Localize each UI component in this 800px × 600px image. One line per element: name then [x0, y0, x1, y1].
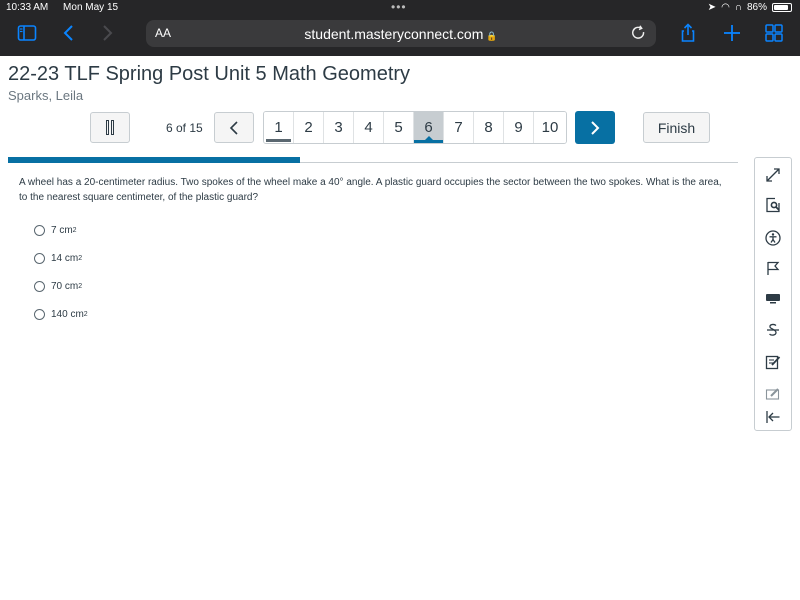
wifi-icon: ◠: [721, 2, 730, 13]
unit-exponent: 2: [83, 310, 88, 318]
url-text[interactable]: student.masteryconnect.com: [304, 26, 483, 42]
previous-question-button[interactable]: [214, 112, 254, 143]
collapse-icon[interactable]: [764, 408, 782, 426]
page-button-8[interactable]: 8: [474, 112, 504, 143]
accessibility-icon[interactable]: [764, 229, 782, 247]
strikethrough-icon[interactable]: [764, 321, 782, 339]
page-button-2[interactable]: 2: [294, 112, 324, 143]
next-question-button[interactable]: [575, 111, 615, 144]
answer-choice[interactable]: 7 cm 2: [34, 216, 88, 244]
page-button-1[interactable]: 1: [264, 112, 294, 143]
keyboard-icon[interactable]: [764, 289, 782, 307]
multitasking-dots-icon[interactable]: •••: [391, 0, 407, 14]
status-bar-left: 10:33 AM Mon May 15: [6, 2, 130, 13]
question-counter: 6 of 15: [166, 121, 203, 135]
unit-exponent: 2: [78, 282, 83, 290]
line-reader-icon[interactable]: [764, 196, 782, 214]
headphones-icon: ∩: [734, 2, 742, 13]
answer-choice-label: 7 cm: [51, 224, 73, 236]
lock-icon: 🔒: [486, 31, 498, 41]
browser-chrome: 10:33 AM Mon May 15 ••• ➤ ◠ ∩ 86% AA stu…: [0, 0, 800, 56]
student-name: Sparks, Leila: [8, 88, 84, 103]
radio-button[interactable]: [34, 252, 45, 264]
forward-icon[interactable]: [96, 22, 118, 44]
radio-button[interactable]: [34, 224, 45, 236]
answer-choice-label: 140 cm: [51, 308, 84, 320]
finish-button[interactable]: Finish: [643, 112, 710, 143]
answer-choice[interactable]: 14 cm 2: [34, 244, 88, 272]
unit-exponent: 2: [72, 226, 77, 234]
address-bar[interactable]: AA student.masteryconnect.com 🔒: [146, 20, 656, 47]
notepad-icon[interactable]: [764, 353, 782, 371]
page-button-3[interactable]: 3: [324, 112, 354, 143]
back-icon[interactable]: [58, 22, 80, 44]
page-button-6[interactable]: 6: [414, 112, 444, 143]
battery-icon: [772, 3, 792, 12]
page-button-4[interactable]: 4: [354, 112, 384, 143]
tool-rail: [754, 157, 792, 431]
answer-choice-label: 70 cm: [51, 280, 79, 292]
chevron-right-icon: [591, 120, 600, 135]
radio-button[interactable]: [34, 280, 45, 292]
page-button-10[interactable]: 10: [534, 112, 566, 143]
pause-button[interactable]: [90, 112, 130, 143]
pause-icon-bar: [111, 120, 114, 135]
tabs-overview-icon[interactable]: [763, 22, 785, 44]
question-pagination: 1 2 3 4 5 6 7 8 9 10: [263, 111, 567, 144]
flag-icon[interactable]: [764, 259, 782, 277]
location-icon: ➤: [707, 2, 717, 13]
progress-fill: [8, 157, 300, 163]
radio-button[interactable]: [34, 308, 45, 320]
highlighter-icon[interactable]: [764, 384, 782, 402]
pause-icon-bar: [106, 120, 109, 135]
sidebar-icon[interactable]: [16, 22, 38, 44]
status-time: 10:33 AM: [6, 2, 49, 13]
status-date: Mon May 15: [63, 2, 119, 13]
battery-percent: 86%: [746, 2, 767, 13]
answer-choice[interactable]: 140 cm 2: [34, 300, 88, 328]
page-button-5[interactable]: 5: [384, 112, 414, 143]
page-title: 22-23 TLF Spring Post Unit 5 Math Geomet…: [8, 63, 411, 85]
answer-choice[interactable]: 70 cm 2: [34, 272, 88, 300]
question-text: A wheel has a 20-centimeter radius. Two …: [19, 177, 722, 203]
chevron-left-icon: [229, 120, 238, 135]
new-tab-icon[interactable]: [721, 22, 743, 44]
unit-exponent: 2: [78, 254, 83, 262]
reload-icon[interactable]: [630, 24, 648, 42]
progress-bar: [8, 157, 738, 163]
status-bar-right: ➤ ◠ ∩ 86%: [708, 2, 792, 13]
answer-choice-label: 14 cm: [51, 252, 79, 264]
share-icon[interactable]: [677, 22, 699, 44]
answer-choices: 7 cm 2 14 cm 2 70 cm 2 140 cm 2: [34, 216, 88, 328]
page-button-9[interactable]: 9: [504, 112, 534, 143]
page-button-7[interactable]: 7: [444, 112, 474, 143]
expand-icon[interactable]: [764, 166, 782, 184]
